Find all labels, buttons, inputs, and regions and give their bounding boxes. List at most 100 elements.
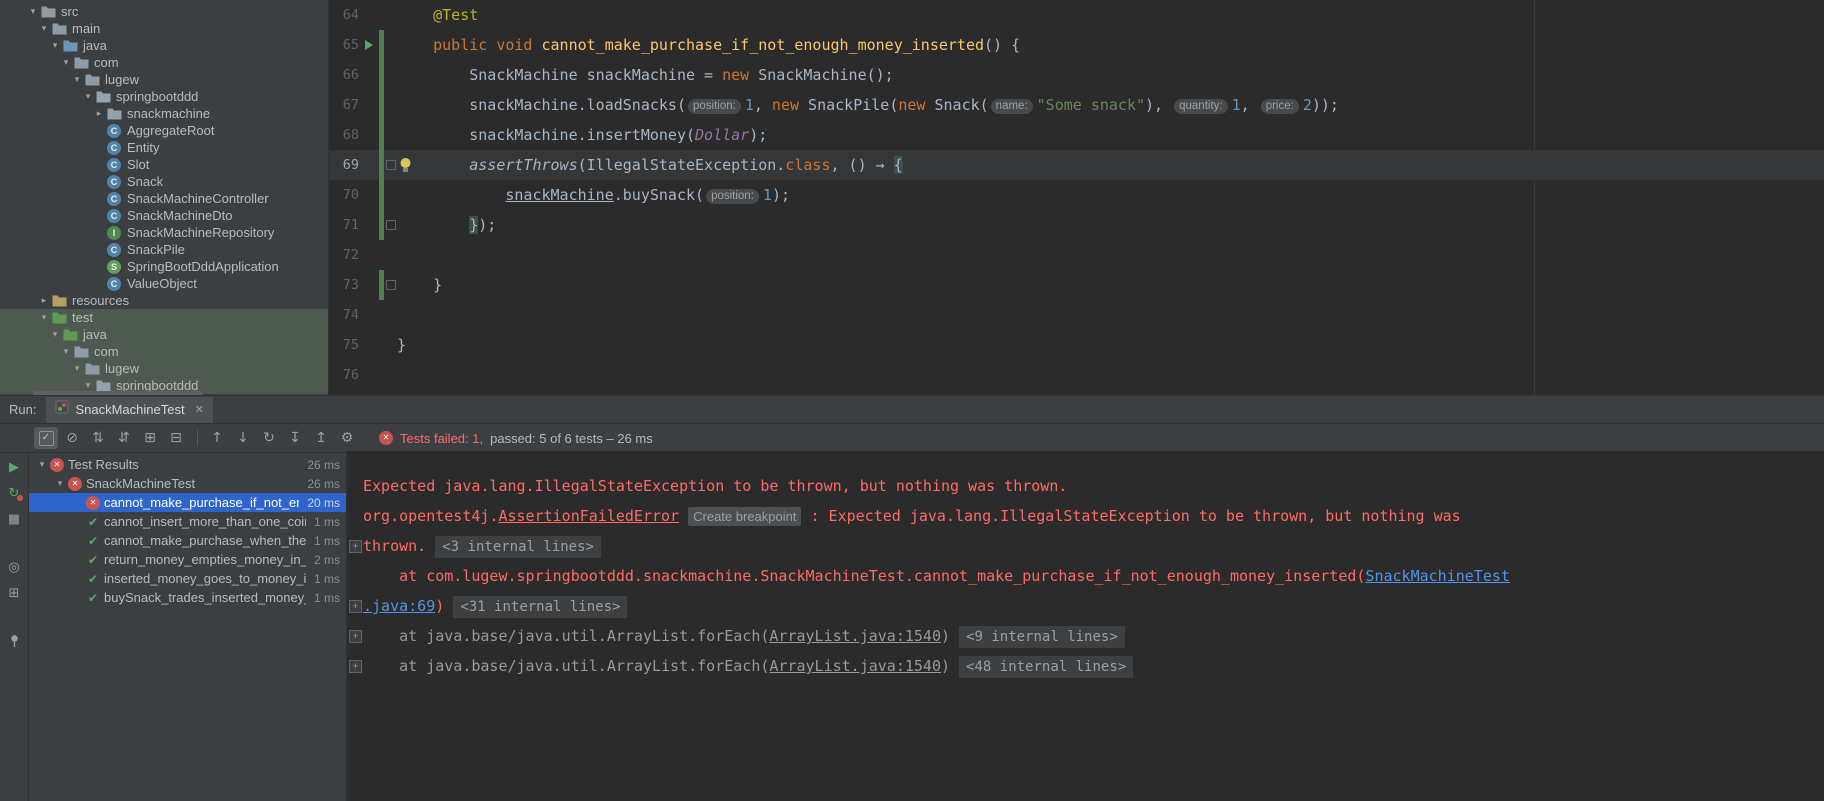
chevron-down-icon[interactable]: ▾	[38, 24, 50, 34]
editor-line[interactable]: 66 SnackMachine snackMachine = new Snack…	[329, 60, 1824, 90]
settings-gear-button[interactable]: ⚙	[335, 427, 359, 449]
export-test-results-button[interactable]: ↥	[309, 427, 333, 449]
tree-item-SnackMachineController[interactable]: C SnackMachineController	[0, 190, 328, 207]
code-line-text[interactable]: assertThrows(IllegalStateException.class…	[397, 156, 903, 174]
code-line-text[interactable]: @Test	[397, 6, 478, 24]
editor-line[interactable]: 70 snackMachine.buySnack(position: 1);	[329, 180, 1824, 210]
create-breakpoint-hint[interactable]: Create breakpoint	[688, 507, 802, 526]
stop-button[interactable]: ■	[3, 508, 25, 530]
rerun-button[interactable]: ▶	[3, 456, 25, 478]
chevron-down-icon[interactable]: ▾	[71, 75, 83, 85]
internal-lines-badge[interactable]: <31 internal lines>	[453, 596, 628, 618]
pin-tab-button[interactable]	[3, 630, 25, 652]
internal-lines-badge[interactable]: <48 internal lines>	[959, 656, 1134, 678]
run-test-icon[interactable]	[365, 40, 373, 50]
show-passed-button[interactable]: ✓	[34, 427, 58, 449]
code-line-text[interactable]: snackMachine.insertMoney(Dollar);	[397, 126, 767, 144]
run-dashboard-button[interactable]: ⊞	[3, 582, 25, 604]
code-line-text[interactable]: }	[397, 276, 442, 294]
test-row-SnackMachineTest[interactable]: ▾ ✕ SnackMachineTest 26 ms	[29, 474, 346, 493]
code-line-text[interactable]: snackMachine.buySnack(position: 1);	[397, 186, 790, 204]
toggle-auto-test-button[interactable]: ◎	[3, 556, 25, 578]
editor-line[interactable]: 74	[329, 300, 1824, 330]
chevron-down-icon[interactable]: ▾	[27, 7, 39, 17]
tree-item-lugew[interactable]: ▾ lugew	[0, 360, 328, 377]
tree-item-Entity[interactable]: C Entity	[0, 139, 328, 156]
chevron-down-icon[interactable]: ▾	[49, 41, 61, 51]
test-row-cannot_make_purchase_when_there_is_no_sna[interactable]: ✔ cannot_make_purchase_when_there_is_no_s…	[29, 531, 346, 550]
fold-expand-icon[interactable]: +	[349, 660, 362, 673]
editor-line[interactable]: 75}	[329, 330, 1824, 360]
tree-item-main[interactable]: ▾ main	[0, 20, 328, 37]
tree-item-java[interactable]: ▾ java	[0, 326, 328, 343]
code-line-text[interactable]: public void cannot_make_purchase_if_not_…	[397, 36, 1020, 54]
code-line-text[interactable]: }	[397, 336, 406, 354]
editor-line[interactable]: 65 public void cannot_make_purchase_if_n…	[329, 30, 1824, 60]
editor-line[interactable]: 68 snackMachine.insertMoney(Dollar);	[329, 120, 1824, 150]
fold-marker-icon[interactable]	[385, 160, 396, 170]
chevron-down-icon[interactable]: ▾	[35, 460, 49, 470]
tree-item-java[interactable]: ▾ java	[0, 37, 328, 54]
tree-item-com[interactable]: ▾ com	[0, 343, 328, 360]
chevron-down-icon[interactable]: ▾	[60, 347, 72, 357]
collapse-all-button[interactable]: ⊟	[164, 427, 188, 449]
tree-item-Snack[interactable]: C Snack	[0, 173, 328, 190]
test-row-cannot_make_purchase_if_not_enough_mone[interactable]: ✕cannot_make_purchase_if_not_enough_mone…	[29, 493, 346, 512]
editor-line[interactable]: 64 @Test	[329, 0, 1824, 30]
fold-expand-icon[interactable]: +	[349, 540, 362, 553]
chevron-down-icon[interactable]: ▾	[82, 381, 94, 391]
internal-lines-badge[interactable]: <9 internal lines>	[959, 626, 1125, 648]
run-tab[interactable]: SnackMachineTest ✕	[46, 396, 213, 423]
stacktrace-link[interactable]: .java:69	[363, 597, 435, 615]
fold-marker-icon[interactable]	[385, 220, 396, 230]
code-line-text[interactable]: });	[397, 216, 496, 234]
tree-item-src[interactable]: ▾ src	[0, 3, 328, 20]
chevron-down-icon[interactable]: ▾	[82, 92, 94, 102]
tree-item-SnackPile[interactable]: C SnackPile	[0, 241, 328, 258]
test-row-return_money_empties_money_in_transaction[interactable]: ✔ return_money_empties_money_in_transacti…	[29, 550, 346, 569]
code-editor[interactable]: 64 @Test 65 public void cannot_make_purch…	[329, 0, 1824, 395]
editor-line[interactable]: 69 assertThrows(IllegalStateException.cl…	[329, 150, 1824, 180]
fold-expand-icon[interactable]: +	[349, 600, 362, 613]
intention-bulb-icon[interactable]	[399, 157, 412, 176]
test-row-Test Results[interactable]: ▾ ✕ Test Results 26 ms	[29, 455, 346, 474]
chevron-down-icon[interactable]: ▾	[38, 313, 50, 323]
tree-item-test[interactable]: ▾ test	[0, 309, 328, 326]
previous-failed-test-button[interactable]: ↑	[205, 427, 229, 449]
import-test-results-button[interactable]: ↧	[283, 427, 307, 449]
editor-line[interactable]: 73 }	[329, 270, 1824, 300]
sort-by-duration-button[interactable]: ⇅	[86, 427, 110, 449]
tree-item-SnackMachineDto[interactable]: C SnackMachineDto	[0, 207, 328, 224]
editor-line[interactable]: 67 snackMachine.loadSnacks(position: 1, n…	[329, 90, 1824, 120]
tree-item-resources[interactable]: ▸ resources	[0, 292, 328, 309]
chevron-down-icon[interactable]: ▾	[71, 364, 83, 374]
editor-line[interactable]: 76	[329, 360, 1824, 390]
editor-line[interactable]: 72	[329, 240, 1824, 270]
fold-marker-icon[interactable]	[385, 280, 396, 290]
chevron-right-icon[interactable]: ▸	[93, 109, 105, 119]
test-row-cannot_insert_more_than_one_coin_or_note_a[interactable]: ✔ cannot_insert_more_than_one_coin_or_not…	[29, 512, 346, 531]
sort-alphabetically-button[interactable]: ⇵	[112, 427, 136, 449]
tree-item-springbootddd[interactable]: ▾ springbootddd	[0, 88, 328, 105]
tree-item-com[interactable]: ▾ com	[0, 54, 328, 71]
chevron-right-icon[interactable]: ▸	[38, 296, 50, 306]
internal-lines-badge[interactable]: <3 internal lines>	[435, 536, 601, 558]
rerun-failed-tests-button[interactable]: ↻	[3, 482, 25, 504]
code-line-text[interactable]: SnackMachine snackMachine = new SnackMac…	[397, 66, 893, 84]
tree-item-snackmachine[interactable]: ▸ snackmachine	[0, 105, 328, 122]
stacktrace-link[interactable]: SnackMachineTest	[1365, 567, 1510, 585]
tree-item-SpringBootDddApplication[interactable]: S SpringBootDddApplication	[0, 258, 328, 275]
test-history-button[interactable]: ↻	[257, 427, 281, 449]
tree-item-lugew[interactable]: ▾ lugew	[0, 71, 328, 88]
next-failed-test-button[interactable]: ↓	[231, 427, 255, 449]
code-line-text[interactable]: snackMachine.loadSnacks(position: 1, new …	[397, 96, 1339, 114]
tree-item-ValueObject[interactable]: C ValueObject	[0, 275, 328, 292]
tree-item-SnackMachineRepository[interactable]: I SnackMachineRepository	[0, 224, 328, 241]
tree-item-Slot[interactable]: C Slot	[0, 156, 328, 173]
expand-all-button[interactable]: ⊞	[138, 427, 162, 449]
tree-item-AggregateRoot[interactable]: C AggregateRoot	[0, 122, 328, 139]
close-icon[interactable]: ✕	[195, 403, 204, 416]
chevron-down-icon[interactable]: ▾	[49, 330, 61, 340]
chevron-down-icon[interactable]: ▾	[60, 58, 72, 68]
fold-expand-icon[interactable]: +	[349, 630, 362, 643]
